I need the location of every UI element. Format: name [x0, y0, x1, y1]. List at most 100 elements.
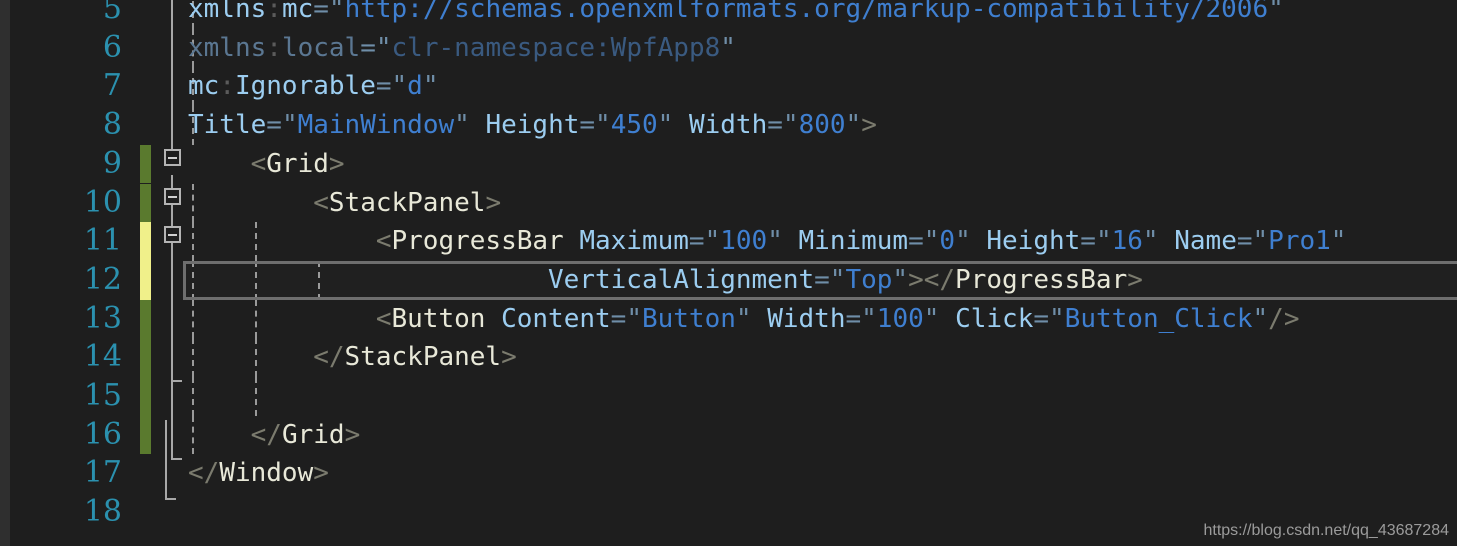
token: " — [657, 110, 674, 141]
code-editor[interactable]: 5 xmlns:mc="http://schemas.openxmlformats… — [0, 0, 1457, 546]
token: = — [313, 0, 329, 24]
code-text[interactable]: mc:Ignorable="d" — [188, 67, 438, 106]
line-number: 14 — [83, 339, 122, 375]
code-line[interactable]: 9 <Grid> — [0, 144, 1457, 184]
token: = — [767, 110, 783, 141]
token: Top — [845, 264, 893, 295]
token: " — [1252, 226, 1269, 257]
code-text[interactable]: </Window> — [188, 454, 329, 493]
token: Grid — [266, 148, 329, 179]
token: = — [688, 226, 705, 257]
token: " — [1049, 303, 1065, 334]
token: clr-namespace:WpfApp8 — [391, 32, 721, 63]
token: 0 — [939, 226, 956, 257]
token: > — [908, 264, 924, 295]
fold-toggle-grid[interactable] — [164, 149, 181, 166]
change-bar-saved — [140, 415, 151, 455]
token: " — [923, 303, 940, 334]
fold-end-marker-grid — [171, 458, 182, 460]
token: </ — [250, 419, 282, 450]
code-line[interactable]: 10 <StackPanel> — [0, 183, 1457, 223]
code-line[interactable]: 15 — [0, 377, 1457, 416]
code-text[interactable]: </StackPanel> — [188, 338, 517, 377]
token: > — [501, 342, 517, 373]
code-text[interactable]: </Grid> — [188, 416, 361, 455]
code-text[interactable]: xmlns:mc="http://schemas.openxmlformats.… — [188, 0, 1284, 29]
code-line[interactable]: 7 mc:Ignorable="d" — [0, 67, 1457, 106]
token: > — [861, 110, 877, 141]
code-text[interactable]: <StackPanel> — [188, 184, 501, 223]
token: " — [281, 110, 298, 141]
line-number: 17 — [83, 455, 122, 491]
fold-toggle-stackpanel[interactable] — [164, 188, 181, 205]
token: Button — [391, 303, 486, 334]
token: " — [829, 264, 846, 295]
token: " — [1142, 226, 1159, 257]
code-line[interactable]: 11 <ProgressBar Maximum="100" Minimum="0… — [0, 222, 1457, 261]
token: 800 — [798, 110, 846, 141]
code-text[interactable]: <Grid> — [188, 145, 345, 184]
code-text[interactable]: VerticalAlignment="Top"></ProgressBar> — [188, 261, 1143, 300]
token: " — [782, 110, 799, 141]
token: Ignorable — [234, 71, 376, 102]
token: > — [328, 148, 345, 179]
token: 450 — [610, 110, 658, 141]
code-text[interactable]: Title="MainWindow" Height="450" Width="8… — [188, 106, 877, 145]
token: MainWindow — [297, 110, 455, 141]
token: " — [955, 226, 971, 257]
token: = — [610, 303, 627, 334]
line-number: 10 — [83, 184, 122, 220]
token: 100 — [720, 226, 768, 257]
change-bar-saved — [140, 377, 151, 416]
token: " — [328, 0, 345, 24]
token: = — [845, 303, 862, 334]
token: Click — [955, 303, 1034, 334]
token: StackPanel — [344, 342, 502, 373]
token: " — [1330, 226, 1347, 257]
token: : — [266, 32, 282, 63]
token: = — [1080, 226, 1096, 257]
line-number: 6 — [102, 29, 122, 65]
token: Width — [767, 303, 846, 334]
token: < — [250, 148, 267, 179]
code-line[interactable]: 13 <Button Content="Button" Width="100" … — [0, 299, 1457, 339]
code-text[interactable]: <Button Content="Button" Width="100" Cli… — [188, 300, 1300, 339]
token: > — [1127, 264, 1143, 295]
token: = — [1033, 303, 1050, 334]
change-bar-unsaved — [140, 222, 151, 261]
token: " — [892, 264, 909, 295]
indent-guide — [255, 377, 257, 416]
code-line[interactable]: 8 Title="MainWindow" Height="450" Width="… — [0, 106, 1457, 145]
token: Button — [641, 303, 736, 334]
selection-margin — [0, 0, 10, 546]
code-line[interactable]: 16 </Grid> — [0, 415, 1457, 455]
token: Minimum — [798, 226, 909, 257]
token: > — [313, 458, 329, 489]
token: " — [767, 226, 783, 257]
token: > — [485, 187, 502, 218]
code-line[interactable]: 14 </StackPanel> — [0, 338, 1457, 377]
outlining-margin[interactable] — [155, 0, 187, 546]
code-line[interactable]: 17 </Window> — [0, 454, 1457, 493]
fold-toggle-progressbar[interactable] — [164, 226, 181, 243]
code-text[interactable]: <ProgressBar Maximum="100" Minimum="0" H… — [188, 222, 1347, 261]
line-number: 16 — [83, 416, 122, 452]
code-line[interactable]: 5 xmlns:mc="http://schemas.openxmlformats… — [0, 0, 1457, 29]
code-text[interactable]: xmlns:local="clr-namespace:WpfApp8" — [188, 29, 736, 68]
token: mc — [281, 0, 314, 24]
token: " — [845, 110, 862, 141]
token: xmlns — [188, 32, 267, 63]
code-line[interactable]: 6 xmlns:local="clr-namespace:WpfApp8" — [0, 29, 1457, 68]
change-bar-saved — [140, 338, 151, 377]
token: = — [908, 226, 924, 257]
token: /> — [1268, 303, 1300, 334]
token: http://schemas.openxmlformats.org/markup… — [344, 0, 1269, 24]
fold-guide-line-top — [171, 0, 173, 158]
line-number: 13 — [83, 300, 122, 336]
